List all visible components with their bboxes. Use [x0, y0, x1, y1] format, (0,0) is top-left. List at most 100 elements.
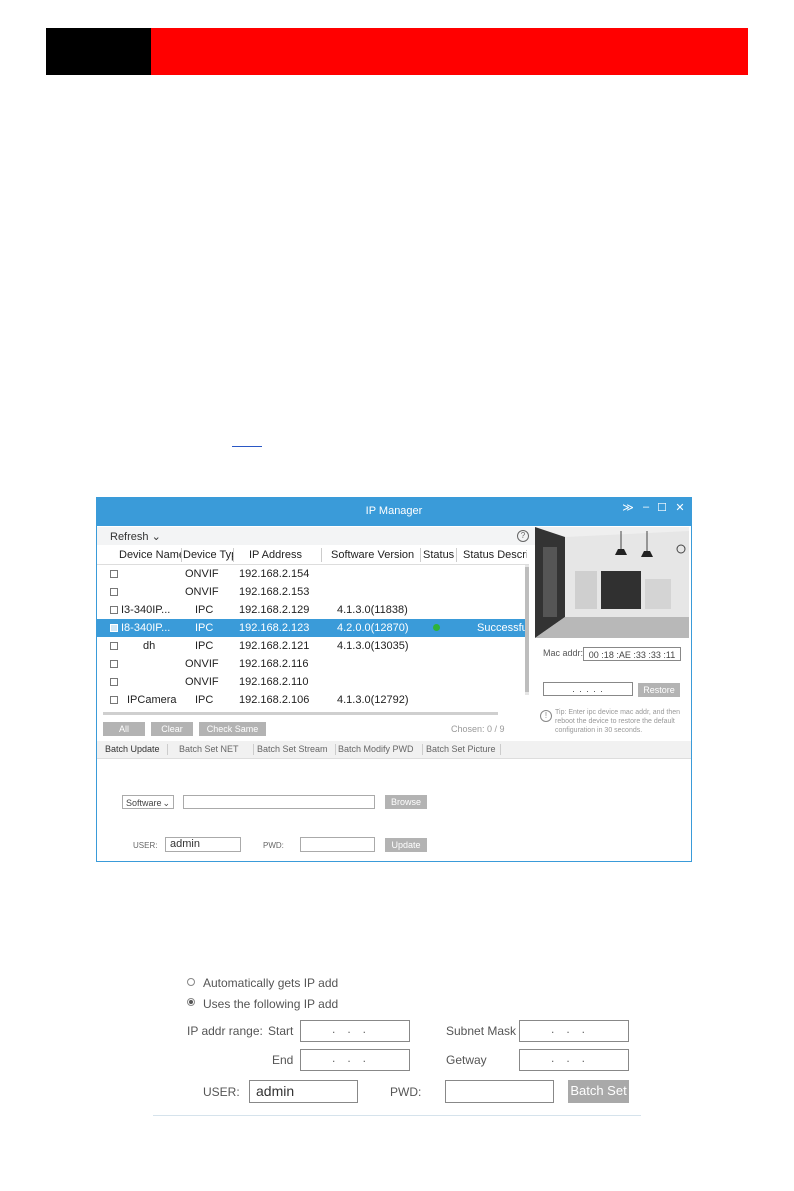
ip-address: 192.168.2.106: [239, 694, 310, 706]
device-type: ONVIF: [185, 676, 219, 688]
header-red-bar: [151, 28, 748, 75]
row-checkbox[interactable]: [110, 642, 118, 650]
row-checkbox[interactable]: [110, 660, 118, 668]
device-type: IPC: [195, 640, 214, 652]
ip-address: 192.168.2.110: [239, 676, 309, 688]
mac-addr-field[interactable]: 00 :18 :AE :33 :33 :11: [583, 647, 681, 661]
row-checkbox[interactable]: [110, 678, 118, 686]
title-bar: IP Manager ≫ – ☐ ✕: [97, 498, 691, 526]
pwd-input[interactable]: [445, 1080, 554, 1103]
device-type: IPC: [195, 622, 214, 634]
info-icon: !: [540, 710, 552, 722]
column-header[interactable]: Device Type: [183, 549, 233, 561]
tab-batch-modify-pwd[interactable]: Batch Modify PWD: [338, 744, 414, 754]
select-all-button[interactable]: All: [103, 722, 145, 736]
table-header: Device Name Device Type IP Address Softw…: [97, 546, 529, 565]
tab-batch-set-stream[interactable]: Batch Set Stream: [257, 744, 328, 754]
update-button[interactable]: Update: [385, 838, 427, 852]
browse-button[interactable]: Browse: [385, 795, 427, 809]
row-checkbox[interactable]: [110, 696, 118, 704]
device-type: ONVIF: [185, 568, 219, 580]
column-header[interactable]: Status Descrip: [463, 549, 527, 561]
chosen-count: Chosen: 0 / 9: [451, 724, 505, 734]
check-same-type-button[interactable]: Check Same Type: [199, 722, 266, 748]
pwd-label: PWD:: [390, 1085, 422, 1099]
table-row[interactable]: ONVIF 192.168.2.154: [97, 565, 529, 583]
file-path-input[interactable]: [183, 795, 375, 809]
ip-address: 192.168.2.153: [239, 586, 310, 598]
select-value: Software: [126, 798, 162, 808]
selection-buttons: All Clear Check Same Type Chosen: 0 / 9: [97, 721, 535, 748]
restore-button[interactable]: Restore: [638, 683, 680, 697]
table-row[interactable]: dh IPC 192.168.2.121 4.1.3.0(13035): [97, 637, 529, 655]
subnet-mask-field[interactable]: ...: [519, 1020, 629, 1042]
batch-set-button[interactable]: Batch Set: [568, 1080, 629, 1103]
maximize-icon[interactable]: ☐: [655, 501, 669, 514]
software-version: 4.1.3.0(11838): [337, 604, 408, 616]
device-table: ONVIF 192.168.2.154 ONVIF 192.168.2.153 …: [97, 565, 531, 709]
table-row-selected[interactable]: I8-340IP... IPC 192.168.2.123 4.2.0.0(12…: [97, 619, 531, 637]
column-header[interactable]: IP Address: [249, 549, 329, 561]
auto-ip-label: Automatically gets IP add: [203, 976, 339, 990]
row-checkbox[interactable]: [110, 606, 118, 614]
tab-batch-set-net[interactable]: Batch Set NET: [179, 744, 239, 754]
row-checkbox[interactable]: [110, 624, 118, 632]
gateway-label: Getway: [446, 1053, 487, 1067]
restore-ip-field[interactable]: . . . . .: [543, 682, 633, 696]
device-name: I3-340IP...: [121, 604, 171, 616]
camera-preview-image: [535, 527, 689, 638]
device-name: I8-340IP...: [121, 622, 171, 634]
static-ip-radio[interactable]: [187, 998, 195, 1006]
row-checkbox[interactable]: [110, 588, 118, 596]
close-icon[interactable]: ✕: [673, 501, 687, 514]
ip-address: 192.168.2.129: [239, 604, 310, 616]
pwd-input[interactable]: [300, 837, 375, 852]
user-input[interactable]: admin: [165, 837, 241, 852]
status-description: Successful: [477, 622, 531, 634]
tab-batch-set-picture[interactable]: Batch Set Picture: [426, 744, 496, 754]
document-link[interactable]: [232, 446, 262, 447]
start-ip-field[interactable]: ...: [300, 1020, 410, 1042]
mac-addr-label: Mac addr:: [543, 648, 584, 658]
user-label: USER:: [203, 1085, 240, 1099]
user-input[interactable]: admin: [249, 1080, 358, 1103]
pwd-label: PWD:: [263, 841, 284, 850]
table-row[interactable]: IPCamera IPC 192.168.2.106 4.1.3.0(12792…: [97, 691, 529, 709]
header-black-block: [46, 28, 151, 75]
subnet-mask-label: Subnet Mask: [446, 1024, 517, 1038]
gateway-field[interactable]: ...: [519, 1049, 629, 1071]
tab-batch-update[interactable]: Batch Update: [105, 744, 160, 754]
clear-button[interactable]: Clear: [151, 722, 193, 736]
table-row[interactable]: I3-340IP... IPC 192.168.2.129 4.1.3.0(11…: [97, 601, 529, 619]
device-type: IPC: [195, 604, 214, 616]
tip-text: Tip: Enter ipc device mac addr, and then…: [555, 709, 681, 734]
update-type-select[interactable]: Software ⌄: [122, 795, 174, 809]
camera-preview: [535, 527, 689, 638]
help-icon[interactable]: ?: [517, 530, 529, 542]
ip-manager-window: IP Manager ≫ – ☐ ✕ Refresh ⌄ ? Device Na…: [96, 497, 692, 862]
ip-address: 192.168.2.116: [239, 658, 309, 670]
device-type: ONVIF: [185, 658, 219, 670]
vertical-scroll-thumb[interactable]: [525, 567, 529, 692]
refresh-button[interactable]: Refresh ⌄: [110, 530, 161, 543]
auto-ip-radio[interactable]: [187, 978, 195, 986]
table-row[interactable]: ONVIF 192.168.2.116: [97, 655, 529, 673]
table-row[interactable]: ONVIF 192.168.2.110: [97, 673, 529, 691]
window-title: IP Manager: [365, 505, 423, 517]
device-name: dh: [143, 640, 156, 652]
end-ip-field[interactable]: ...: [300, 1049, 410, 1071]
software-version: 4.1.3.0(12792): [337, 694, 409, 706]
user-label: USER:: [133, 841, 158, 850]
minimize-icon[interactable]: –: [639, 501, 653, 513]
chevron-down-icon: ⌄: [162, 798, 170, 808]
static-ip-label: Uses the following IP add: [203, 997, 339, 1011]
collapse-icon[interactable]: ≫: [621, 501, 635, 514]
software-version: 4.1.3.0(13035): [337, 640, 409, 652]
horizontal-scrollbar[interactable]: [103, 712, 498, 715]
column-header[interactable]: Status: [423, 549, 455, 561]
table-row[interactable]: ONVIF 192.168.2.153: [97, 583, 529, 601]
column-header[interactable]: Software Version: [331, 549, 421, 561]
row-checkbox[interactable]: [110, 570, 118, 578]
column-header[interactable]: Device Name: [119, 549, 181, 561]
ip-address: 192.168.2.123: [239, 622, 310, 634]
